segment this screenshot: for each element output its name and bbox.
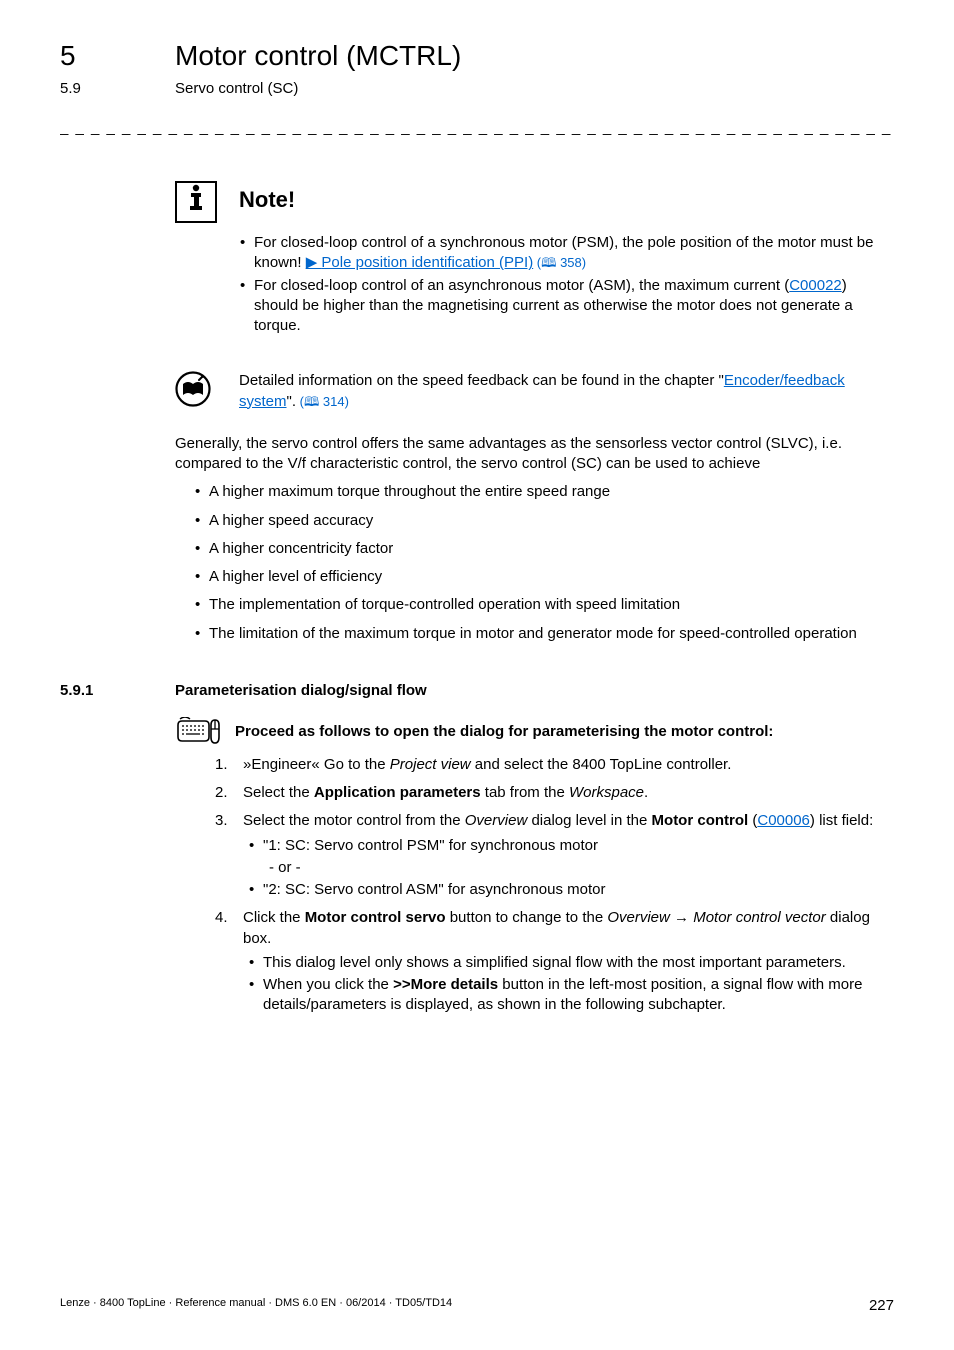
c00006-link[interactable]: C00006 [757, 812, 810, 829]
step-3: Select the motor control from the Overvi… [215, 811, 894, 900]
proceed-heading: Proceed as follows to open the dialog fo… [235, 723, 773, 740]
divider-dashes: _ _ _ _ _ _ _ _ _ _ _ _ _ _ _ _ _ _ _ _ … [60, 119, 894, 136]
step-1: »Engineer« Go to the Project view and se… [215, 755, 894, 775]
step-1-b: and select the 8400 TopLine controller. [471, 756, 732, 773]
step-3-c: ( [748, 812, 757, 829]
step-3-d: ) list field: [810, 812, 873, 829]
note-box: Note! [175, 181, 894, 223]
pole-position-link[interactable]: Pole position identification (PPI) [321, 254, 533, 271]
step-1-project-view: Project view [390, 756, 471, 773]
adv-item-6: The limitation of the maximum torque in … [195, 624, 894, 644]
subsection-title: Parameterisation dialog/signal flow [175, 682, 427, 699]
adv-item-1: A higher maximum torque throughout the e… [195, 482, 894, 502]
chapter-number: 5 [60, 40, 175, 72]
note-item-1: For closed-loop control of a synchronous… [240, 233, 894, 274]
subsection-number: 5.9.1 [60, 682, 175, 699]
steps-list: »Engineer« Go to the Project view and se… [215, 755, 894, 1016]
step-3-b: dialog level in the [527, 812, 651, 829]
page-number: 227 [869, 1297, 894, 1314]
step-4-sub-2: When you click the >>More details button… [249, 975, 894, 1016]
note-1-chevron: ▶ [306, 254, 322, 271]
proceed-row: Proceed as follows to open the dialog fo… [175, 717, 894, 747]
info-icon [175, 181, 217, 223]
tip-text-a: Detailed information on the speed feedba… [239, 372, 724, 389]
step-2-workspace: Workspace [569, 784, 644, 801]
section-number: 5.9 [60, 80, 175, 97]
section-header: 5.9 Servo control (SC) [60, 80, 894, 97]
step-4-overview: Overview [607, 909, 670, 926]
note-2-text-a: For closed-loop control of an asynchrono… [254, 277, 789, 294]
step-4-a: Click the [243, 909, 305, 926]
chapter-title: Motor control (MCTRL) [175, 40, 461, 72]
note-label: Note! [239, 187, 295, 213]
adv-item-5: The implementation of torque-controlled … [195, 595, 894, 615]
step-4-motor-servo: Motor control servo [305, 909, 446, 926]
advantages-list: A higher maximum torque throughout the e… [195, 482, 894, 644]
step-4-mcv: Motor control vector [693, 909, 826, 926]
step-2-c: . [644, 784, 648, 801]
keyboard-mouse-icon [175, 717, 223, 747]
step-3-a: Select the motor control from the [243, 812, 465, 829]
section-title: Servo control (SC) [175, 80, 298, 97]
note-1-pageref[interactable]: (🕮 358) [533, 255, 586, 270]
step-4-sub2-a: When you click the [263, 976, 393, 993]
step-1-a: »Engineer« Go to the [243, 756, 390, 773]
step-3-or: - or - [249, 858, 894, 878]
step-4-arrow: → [670, 909, 693, 926]
step-2-app-params: Application parameters [314, 784, 481, 801]
chapter-header: 5 Motor control (MCTRL) [60, 40, 894, 72]
step-3-overview: Overview [465, 812, 528, 829]
step-2: Select the Application parameters tab fr… [215, 783, 894, 803]
step-3-sub-1: "1: SC: Servo control PSM" for synchrono… [249, 836, 894, 856]
step-4-more-details: >>More details [393, 976, 498, 993]
tip-text: Detailed information on the speed feedba… [239, 371, 894, 412]
step-4: Click the Motor control servo button to … [215, 908, 894, 1015]
step-2-b: tab from the [481, 784, 569, 801]
tip-pageref[interactable]: (🕮 314) [296, 394, 349, 409]
note-list: For closed-loop control of a synchronous… [240, 233, 894, 336]
tip-box: Detailed information on the speed feedba… [175, 371, 894, 412]
step-3-motor-control: Motor control [652, 812, 749, 829]
adv-item-3: A higher concentricity factor [195, 539, 894, 559]
step-4-b: button to change to the [446, 909, 608, 926]
adv-item-2: A higher speed accuracy [195, 511, 894, 531]
adv-item-4: A higher level of efficiency [195, 567, 894, 587]
subsection-header: 5.9.1 Parameterisation dialog/signal flo… [60, 682, 894, 699]
book-icon [175, 371, 211, 407]
note-item-2: For closed-loop control of an asynchrono… [240, 276, 894, 337]
footer-left: Lenze · 8400 TopLine · Reference manual … [60, 1297, 452, 1314]
page-footer: Lenze · 8400 TopLine · Reference manual … [60, 1297, 894, 1314]
step-3-sub-2: "2: SC: Servo control ASM" for asynchron… [249, 880, 894, 900]
intro-paragraph: Generally, the servo control offers the … [175, 434, 894, 475]
step-2-a: Select the [243, 784, 314, 801]
step-4-sub-1: This dialog level only shows a simplifie… [249, 953, 894, 973]
tip-text-b: ". [287, 393, 297, 410]
c00022-link[interactable]: C00022 [789, 277, 842, 294]
